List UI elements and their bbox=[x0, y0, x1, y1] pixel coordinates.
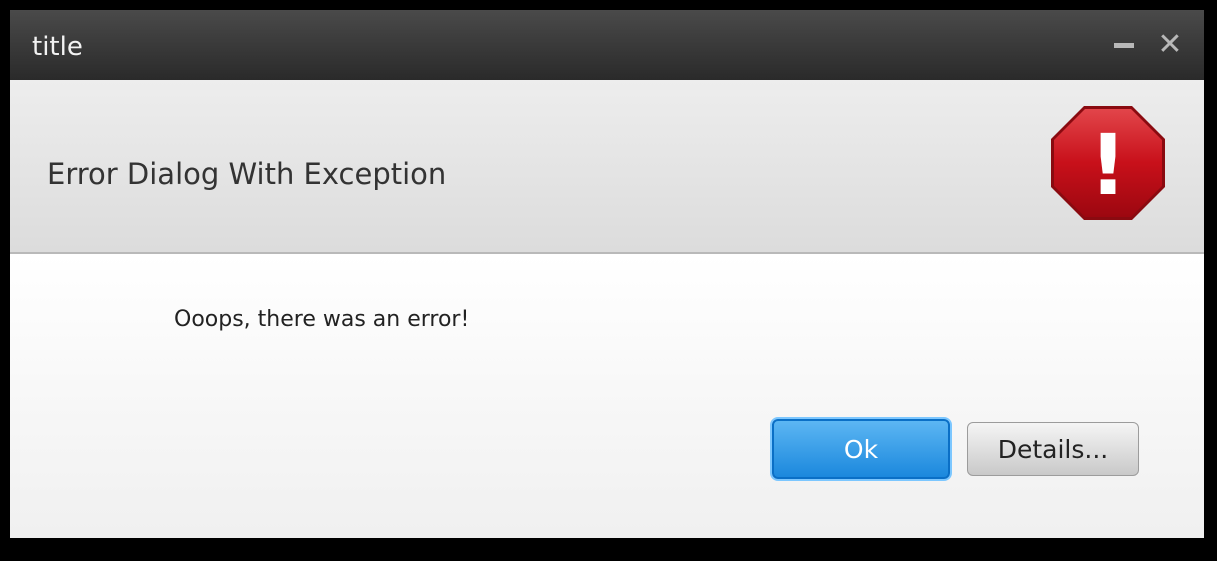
error-message: Ooops, there was an error! bbox=[174, 307, 470, 332]
minimize-icon bbox=[1114, 43, 1134, 48]
ok-button[interactable]: Ok bbox=[772, 419, 950, 479]
dialog-header: Error Dialog With Exception ! bbox=[10, 80, 1204, 254]
error-icon-glyph: ! bbox=[1089, 116, 1127, 214]
window-title: title bbox=[32, 32, 83, 62]
title-bar[interactable]: title ✕ bbox=[10, 10, 1204, 80]
close-button[interactable]: ✕ bbox=[1156, 28, 1184, 62]
header-text: Error Dialog With Exception bbox=[47, 157, 447, 191]
details-button[interactable]: Details... bbox=[967, 422, 1139, 476]
error-stop-icon: ! bbox=[1051, 106, 1165, 220]
error-dialog-window: title ✕ Error Dialog With Exception ! Oo… bbox=[10, 10, 1204, 538]
close-icon: ✕ bbox=[1157, 27, 1183, 62]
minimize-button[interactable] bbox=[1110, 28, 1138, 62]
dialog-content: Ooops, there was an error! Ok Details... bbox=[10, 254, 1204, 538]
